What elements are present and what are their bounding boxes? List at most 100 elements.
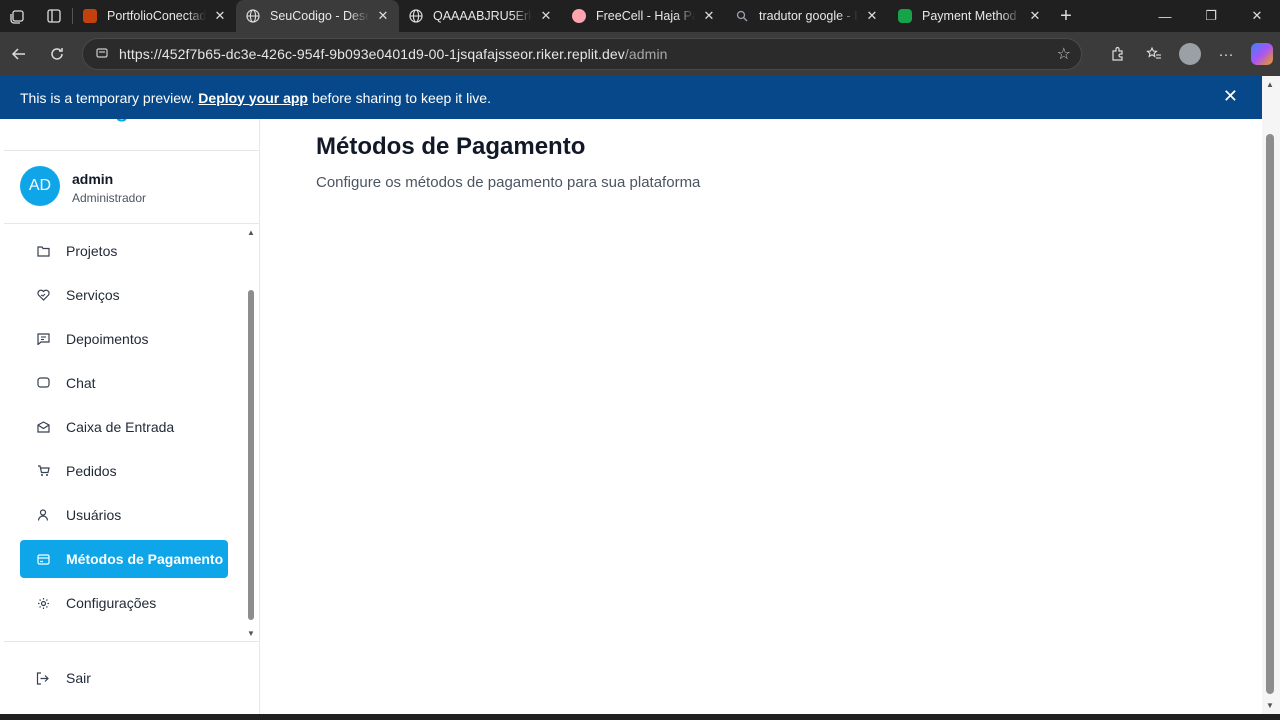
url-text: https://452f7b65-dc3e-426c-954f-9b093e04… [119, 46, 668, 62]
sidebar-nav: Projetos Serviços Depoimentos Chat Caixa… [20, 232, 228, 628]
sidebar-item-metodos-de-pagamento[interactable]: Métodos de Pagamento [20, 540, 228, 578]
banner-text-after: before sharing to keep it live. [311, 89, 491, 106]
sidebar-item-chat[interactable]: Chat [20, 364, 228, 402]
profile-avatar-icon[interactable] [1179, 43, 1201, 65]
sidebar-divider [4, 223, 259, 224]
window-controls: — ❐ ✕ [1142, 0, 1280, 32]
gear-icon [36, 596, 50, 610]
window-bottom-edge [0, 714, 1280, 720]
grid-favicon-icon [83, 9, 97, 23]
scroll-up-icon[interactable]: ▲ [1266, 80, 1274, 89]
banner-text: This is a temporary preview. [20, 89, 195, 106]
globe-favicon-icon [246, 9, 260, 23]
chat-icon [36, 376, 50, 390]
admin-sidebar: SeuCodigo AD admin Administrador Projeto… [0, 76, 260, 714]
page-scrollbar[interactable]: ▲ ▼ [1262, 76, 1280, 714]
close-tab-icon[interactable]: ✕ [701, 8, 717, 24]
deploy-link[interactable]: Deploy your app [198, 90, 308, 106]
new-tab-icon[interactable]: + [1051, 5, 1081, 28]
url-host: https://452f7b65-dc3e-426c-954f-9b093e04… [119, 46, 625, 62]
user-role: Administrador [72, 191, 147, 205]
brain-favicon-icon [572, 9, 586, 23]
page-subtitle: Configure os métodos de pagamento para s… [316, 174, 701, 191]
browser-toolbar: https://452f7b65-dc3e-426c-954f-9b093e04… [0, 32, 1280, 76]
logout-button[interactable]: Sair [20, 663, 228, 693]
inbox-icon [36, 420, 50, 434]
tab-title: PortfolioConectado [107, 9, 206, 23]
tab-title: FreeCell - Haja Paciência [596, 9, 695, 23]
android-favicon-icon [898, 9, 912, 23]
close-window-icon[interactable]: ✕ [1234, 0, 1280, 32]
favorite-star-icon[interactable]: ☆ [1057, 44, 1071, 64]
address-bar[interactable]: https://452f7b65-dc3e-426c-954f-9b093e04… [82, 38, 1082, 70]
sidebar-item-pedidos[interactable]: Pedidos [20, 452, 228, 490]
sidebar-item-label: Chat [66, 375, 96, 391]
sidebar-item-projetos[interactable]: Projetos [20, 232, 228, 270]
browser-tab[interactable]: Payment Method ✕ [888, 0, 1051, 32]
page-title: Métodos de Pagamento [316, 133, 586, 160]
restore-icon[interactable]: ❐ [1188, 0, 1234, 32]
message-square-icon [36, 332, 50, 346]
sidebar-item-caixa-de-entrada[interactable]: Caixa de Entrada [20, 408, 228, 446]
tab-title: SeuCodigo - Desenvolvimento [270, 9, 369, 23]
browser-tab[interactable]: FreeCell - Haja Paciência ✕ [562, 0, 725, 32]
logout-label: Sair [66, 670, 91, 686]
close-banner-icon[interactable]: ✕ [1223, 86, 1238, 107]
minimize-icon[interactable]: — [1142, 0, 1188, 32]
browser-tab[interactable]: QAAAABJRU5ErkJggg== ✕ [399, 0, 562, 32]
sidebar-item-configuracoes[interactable]: Configurações [20, 584, 228, 622]
close-tab-icon[interactable]: ✕ [375, 8, 391, 24]
scroll-thumb[interactable] [1266, 134, 1274, 694]
sidebar-item-usuarios[interactable]: Usuários [20, 496, 228, 534]
user-icon [36, 508, 50, 522]
sidebar-item-label: Métodos de Pagamento [66, 551, 224, 567]
close-tab-icon[interactable]: ✕ [864, 8, 880, 24]
sidebar-item-depoimentos[interactable]: Depoimentos [20, 320, 228, 358]
close-tab-icon[interactable]: ✕ [212, 8, 228, 24]
sidebar-item-label: Projetos [66, 243, 118, 259]
sidebar-item-label: Configurações [66, 595, 157, 611]
sidebar-scrollbar[interactable]: ▲ ▼ [246, 228, 256, 638]
browser-tab[interactable]: PortfolioConectado ✕ [73, 0, 236, 32]
tab-title: QAAAABJRU5ErkJggg== [433, 9, 532, 23]
sidebar-item-label: Serviços [66, 287, 120, 303]
scroll-down-icon[interactable]: ▼ [1266, 701, 1274, 710]
url-path: /admin [624, 46, 668, 62]
tab-actions-icon[interactable] [36, 0, 72, 32]
credit-card-icon [36, 552, 50, 566]
folder-icon [36, 244, 50, 258]
sidebar-item-label: Caixa de Entrada [66, 419, 175, 435]
sidebar-divider [4, 150, 259, 151]
preview-banner: This is a temporary preview. Deploy your… [0, 76, 1262, 119]
scroll-thumb[interactable] [248, 290, 254, 620]
sidebar-item-label: Usuários [66, 507, 122, 523]
sidebar-item-label: Depoimentos [66, 331, 149, 347]
browser-tab[interactable]: tradutor google - Pesquisar ✕ [725, 0, 888, 32]
user-avatar: AD [20, 166, 60, 206]
cart-icon [36, 464, 50, 478]
more-menu-icon[interactable]: ··· [1208, 38, 1244, 70]
user-name: admin [72, 171, 114, 187]
close-tab-icon[interactable]: ✕ [538, 8, 554, 24]
browser-tabstrip: PortfolioConectado ✕ SeuCodigo - Desenvo… [0, 0, 1280, 32]
tab-title: Payment Method [922, 9, 1017, 23]
extensions-icon[interactable] [1100, 38, 1136, 70]
tab-title: tradutor google - Pesquisar [759, 9, 858, 23]
site-info-icon[interactable] [95, 46, 115, 63]
scroll-down-icon[interactable]: ▼ [247, 629, 255, 638]
search-favicon-icon [735, 9, 749, 23]
logout-icon [36, 671, 50, 685]
workspaces-icon[interactable] [0, 0, 36, 32]
back-icon[interactable] [0, 38, 38, 70]
scroll-up-icon[interactable]: ▲ [247, 228, 255, 237]
close-tab-icon[interactable]: ✕ [1027, 8, 1043, 24]
favorites-icon[interactable] [1136, 38, 1172, 70]
globe-favicon-icon [409, 9, 423, 23]
refresh-icon[interactable] [38, 38, 76, 70]
toolbar-right: ··· [1100, 38, 1280, 70]
browser-tab-active[interactable]: SeuCodigo - Desenvolvimento ✕ [236, 0, 399, 32]
sidebar-divider [4, 641, 259, 642]
heart-handshake-icon [36, 288, 50, 302]
copilot-icon[interactable] [1251, 43, 1273, 65]
sidebar-item-servicos[interactable]: Serviços [20, 276, 228, 314]
